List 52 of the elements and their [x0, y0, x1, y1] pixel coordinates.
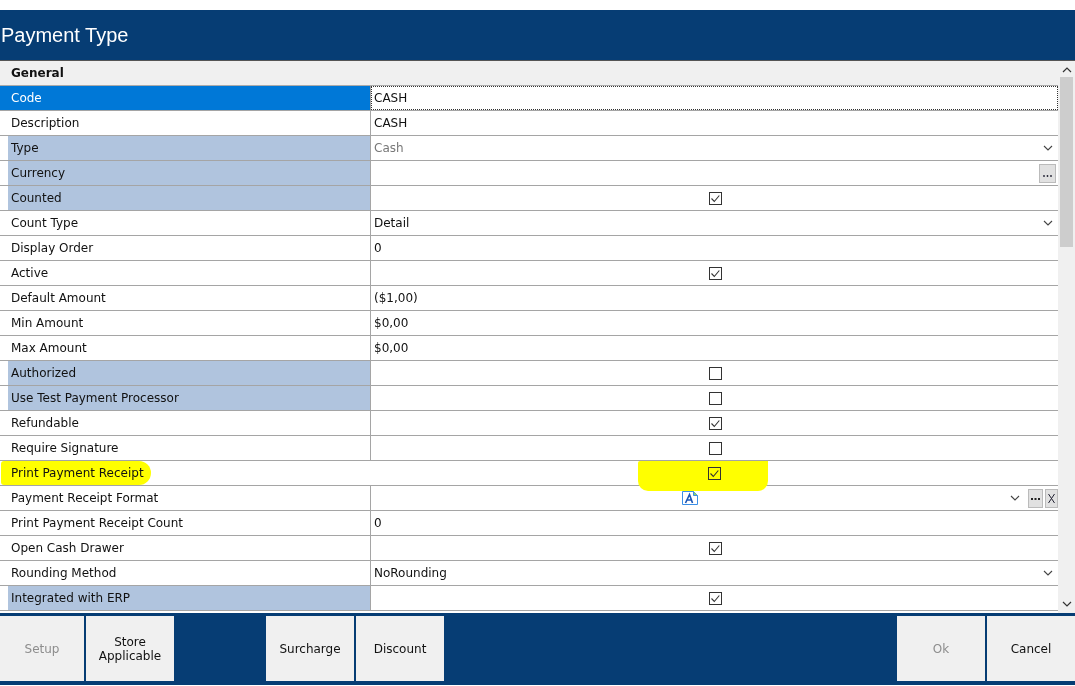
checkbox[interactable]: [709, 391, 722, 405]
scroll-up-icon[interactable]: [1061, 67, 1072, 73]
property-value[interactable]: $0,00: [374, 316, 409, 330]
property-label[interactable]: Authorized: [8, 361, 371, 385]
property-label[interactable]: Max Amount: [8, 336, 371, 360]
property-label[interactable]: Rounding Method: [8, 561, 371, 585]
checkbox[interactable]: [709, 441, 722, 455]
category-header: General: [0, 61, 1058, 86]
ellipsis-button-icon[interactable]: [1039, 163, 1056, 183]
action-button[interactable]: Cancel: [987, 616, 1075, 681]
property-value[interactable]: 0: [374, 241, 382, 255]
vertical-scrollbar[interactable]: [1058, 61, 1075, 613]
property-value[interactable]: ($1,00): [374, 291, 418, 305]
property-label[interactable]: Use Test Payment Processor: [8, 386, 371, 410]
property-label[interactable]: Description: [8, 111, 371, 135]
ellipsis-button-icon[interactable]: [1028, 488, 1043, 508]
property-label[interactable]: Default Amount: [8, 286, 371, 310]
property-label[interactable]: Display Order: [8, 236, 371, 260]
property-value[interactable]: 0: [374, 516, 382, 530]
checkbox[interactable]: [709, 366, 722, 380]
property-label[interactable]: Require Signature: [8, 436, 371, 460]
checkbox[interactable]: [709, 266, 722, 280]
property-label[interactable]: Integrated with ERP: [8, 586, 371, 610]
property-label[interactable]: Open Cash Drawer: [8, 536, 371, 560]
property-label[interactable]: Counted: [8, 186, 371, 210]
checkbox[interactable]: [709, 591, 722, 605]
property-label[interactable]: Currency: [8, 161, 371, 185]
property-value[interactable]: Detail: [374, 216, 410, 230]
font-document-icon: [682, 491, 698, 505]
scroll-down-icon[interactable]: [1061, 601, 1072, 607]
property-label[interactable]: Count Type: [8, 211, 371, 235]
property-label[interactable]: Active: [8, 261, 371, 285]
property-value[interactable]: CASH: [374, 91, 408, 105]
checkbox[interactable]: [709, 191, 722, 205]
property-label[interactable]: Print Payment Receipt Count: [8, 511, 371, 535]
checkbox[interactable]: [709, 541, 722, 555]
scroll-thumb[interactable]: [1060, 77, 1073, 247]
checkbox[interactable]: [709, 416, 722, 430]
property-label[interactable]: Print Payment Receipt: [1, 461, 151, 485]
property-value[interactable]: NoRounding: [374, 566, 447, 580]
property-label[interactable]: Refundable: [8, 411, 371, 435]
action-button[interactable]: Store Applicable: [86, 616, 174, 681]
window-title: Payment Type: [0, 23, 129, 47]
checkbox[interactable]: [708, 466, 721, 480]
action-button[interactable]: Discount: [356, 616, 444, 681]
property-label[interactable]: Code: [0, 86, 371, 110]
property-label[interactable]: Min Amount: [8, 311, 371, 335]
clear-x-icon[interactable]: [1045, 488, 1058, 508]
property-value[interactable]: CASH: [374, 116, 408, 130]
property-label[interactable]: Payment Receipt Format: [8, 486, 371, 510]
property-value[interactable]: $0,00: [374, 341, 409, 355]
action-button[interactable]: Surcharge: [266, 616, 354, 681]
